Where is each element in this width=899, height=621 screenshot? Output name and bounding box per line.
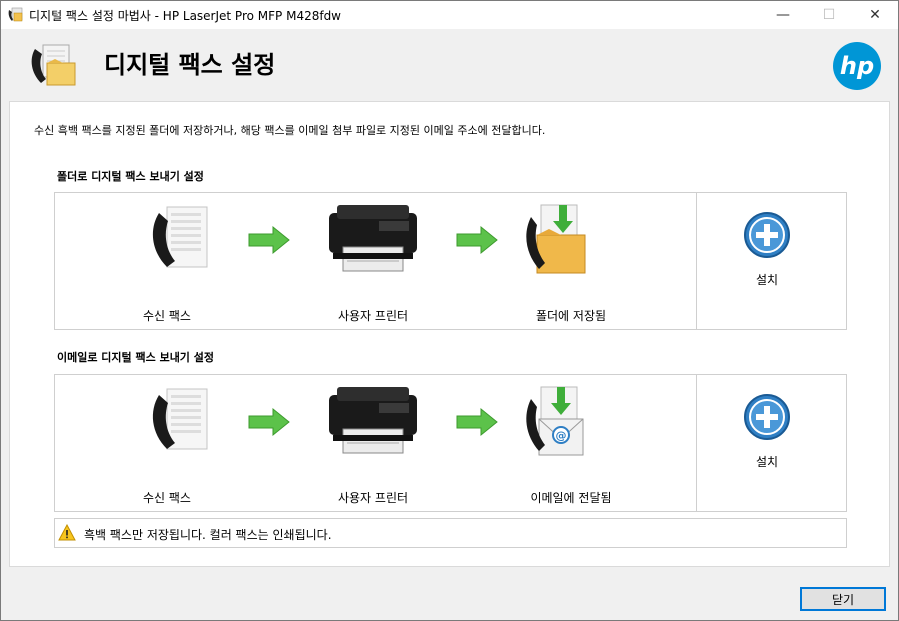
maximize-button[interactable]: ☐ bbox=[806, 1, 852, 29]
minimize-button[interactable]: — bbox=[760, 1, 806, 29]
step-label: 수신 팩스 bbox=[143, 309, 191, 323]
section-divider bbox=[696, 193, 697, 329]
folder-section-label: 폴더로 디지털 팩스 보내기 설정 bbox=[57, 170, 204, 183]
title-bar: 디지털 팩스 설정 마법사 - HP LaserJet Pro MFP M428… bbox=[1, 1, 898, 29]
folder-setup-label: 설치 bbox=[755, 273, 779, 287]
incoming-fax-icon bbox=[152, 206, 208, 268]
step-label: 사용자 프린터 bbox=[337, 309, 409, 323]
email-setup-label: 설치 bbox=[755, 455, 779, 469]
close-button[interactable]: 닫기 bbox=[800, 587, 886, 611]
folder-flow-box: 설치 수신 팩스 사용자 프린터 폴더에 저장됨 bbox=[54, 192, 847, 330]
digital-fax-icon bbox=[31, 44, 76, 86]
arrow-right-icon bbox=[248, 407, 290, 437]
warning-box: 흑백 팩스만 저장됩니다. 컬러 팩스는 인쇄됩니다. bbox=[54, 518, 847, 548]
step-label: 폴더에 저장됨 bbox=[535, 309, 607, 323]
email-setup-button[interactable] bbox=[743, 393, 791, 441]
svg-text:hp: hp bbox=[840, 52, 874, 80]
warning-text: 흑백 팩스만 저장됩니다. 컬러 팩스는 인쇄됩니다. bbox=[84, 528, 332, 542]
content-panel: 수신 흑백 팩스를 지정된 폴더에 저장하거나, 해당 팩스를 이메일 첨부 파… bbox=[9, 101, 890, 567]
warning-icon bbox=[58, 524, 76, 541]
step-label: 이메일에 전달됨 bbox=[530, 491, 612, 505]
folder-saved-icon bbox=[526, 204, 586, 274]
step-label: 수신 팩스 bbox=[143, 491, 191, 505]
section-divider bbox=[696, 375, 697, 511]
hp-logo: hp bbox=[833, 42, 881, 90]
folder-setup-button[interactable] bbox=[743, 211, 791, 259]
step-label: 사용자 프린터 bbox=[337, 491, 409, 505]
window-title: 디지털 팩스 설정 마법사 - HP LaserJet Pro MFP M428… bbox=[29, 9, 341, 23]
incoming-fax-icon bbox=[152, 388, 208, 450]
intro-text: 수신 흑백 팩스를 지정된 폴더에 저장하거나, 해당 팩스를 이메일 첨부 파… bbox=[34, 124, 546, 137]
arrow-right-icon bbox=[456, 225, 498, 255]
email-forwarded-icon: @ bbox=[526, 386, 584, 456]
close-window-button[interactable]: ✕ bbox=[852, 1, 898, 29]
email-section-label: 이메일로 디지털 팩스 보내기 설정 bbox=[57, 351, 214, 364]
wizard-header: 디지털 팩스 설정 hp bbox=[1, 29, 898, 101]
printer-icon bbox=[329, 387, 417, 454]
svg-text:@: @ bbox=[556, 429, 567, 442]
arrow-right-icon bbox=[248, 225, 290, 255]
printer-icon bbox=[329, 205, 417, 272]
page-title: 디지털 팩스 설정 bbox=[104, 51, 276, 79]
email-flow-box: @ 설치 수신 팩스 사용자 프린터 이메일에 전달됨 bbox=[54, 374, 847, 512]
arrow-right-icon bbox=[456, 407, 498, 437]
fax-app-icon bbox=[8, 7, 23, 22]
wizard-window: 디지털 팩스 설정 마법사 - HP LaserJet Pro MFP M428… bbox=[0, 0, 899, 621]
